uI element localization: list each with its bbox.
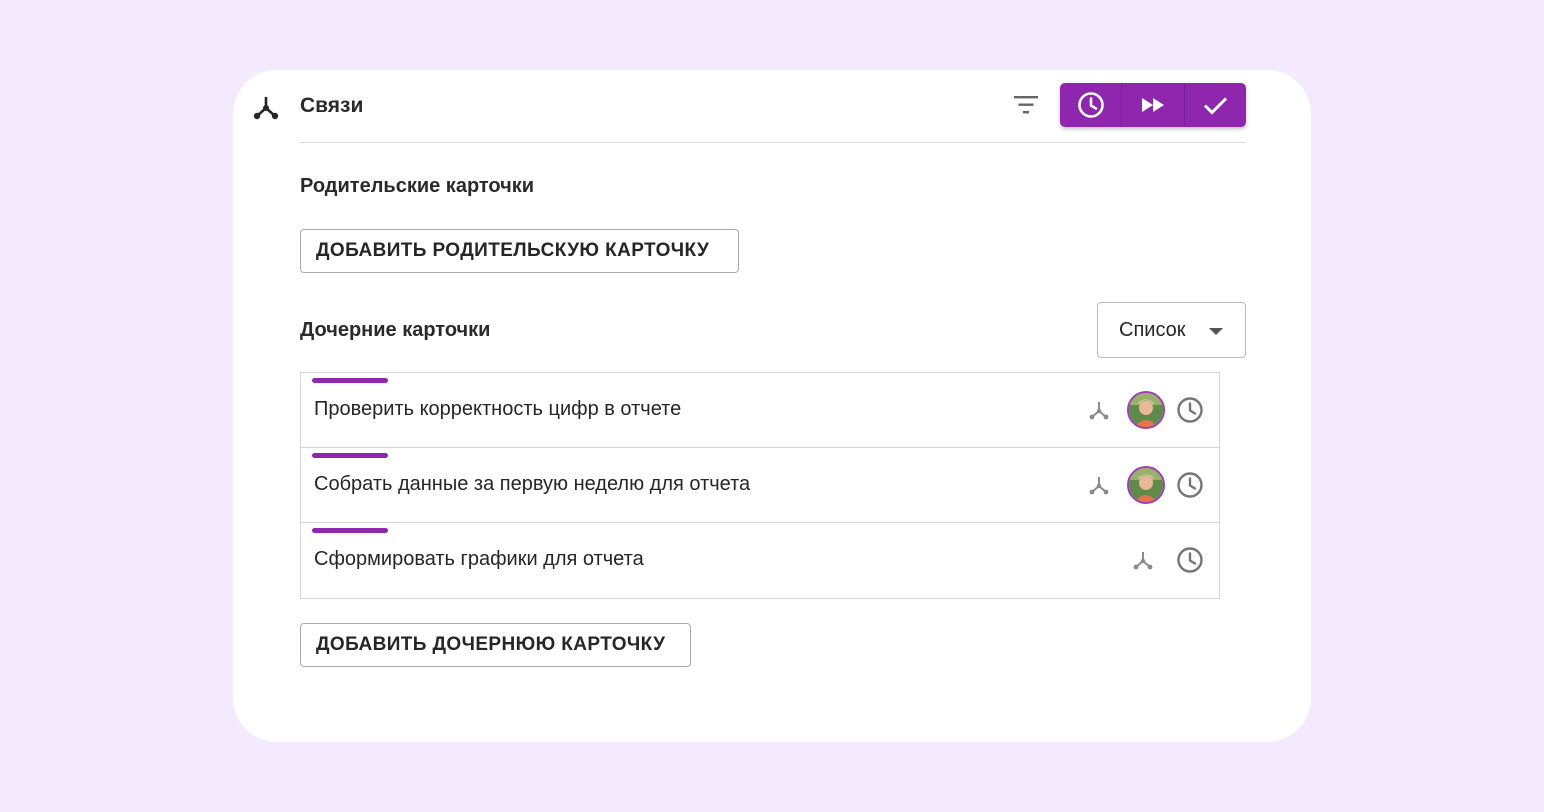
child-cards-list: Проверить корректность цифр в отчете Соб… [300, 372, 1220, 599]
card-title: Сформировать графики для отчета [314, 548, 644, 570]
avatar[interactable] [1127, 466, 1165, 504]
header-divider [300, 142, 1246, 143]
chevron-down-icon [1209, 328, 1223, 335]
child-cards-title: Дочерние карточки [300, 319, 491, 341]
add-parent-card-button[interactable]: ДОБАВИТЬ РОДИТЕЛЬСКУЮ КАРТОЧКУ [300, 229, 739, 273]
panel-title: Связи [300, 94, 364, 117]
clock-icon[interactable] [1175, 545, 1205, 575]
fast-forward-button[interactable] [1122, 83, 1185, 127]
card-color-bar [312, 528, 388, 533]
hierarchy-icon[interactable] [1087, 473, 1111, 497]
view-select[interactable]: Список [1097, 302, 1246, 358]
add-child-card-button[interactable]: ДОБАВИТЬ ДОЧЕРНЮЮ КАРТОЧКУ [300, 623, 691, 667]
parent-cards-title: Родительские карточки [300, 175, 535, 197]
clock-icon[interactable] [1175, 395, 1205, 425]
links-panel: Связи Родительские карточки ДОБАВИТЬ РОД… [233, 70, 1311, 742]
hierarchy-icon [253, 97, 279, 120]
hierarchy-icon[interactable] [1131, 548, 1155, 572]
fast-forward-icon [1141, 98, 1164, 112]
clock-icon [1077, 92, 1104, 118]
clock-icon[interactable] [1175, 470, 1205, 500]
list-item[interactable]: Проверить корректность цифр в отчете [301, 373, 1219, 448]
avatar-image [1129, 393, 1163, 427]
action-button-group [1060, 83, 1246, 127]
check-icon [1204, 97, 1228, 115]
list-item[interactable]: Сформировать графики для отчета [301, 523, 1219, 598]
card-color-bar [312, 453, 388, 458]
avatar-image [1129, 468, 1163, 502]
check-button[interactable] [1185, 83, 1246, 127]
card-title: Проверить корректность цифр в отчете [314, 398, 682, 420]
hierarchy-icon[interactable] [1087, 398, 1111, 422]
view-select-value: Список [1119, 318, 1186, 341]
card-title: Собрать данные за первую неделю для отче… [314, 473, 751, 495]
avatar[interactable] [1127, 391, 1165, 429]
filter-icon[interactable] [1010, 91, 1042, 119]
clock-button[interactable] [1060, 83, 1123, 127]
card-color-bar [312, 378, 388, 383]
list-item[interactable]: Собрать данные за первую неделю для отче… [301, 448, 1219, 523]
